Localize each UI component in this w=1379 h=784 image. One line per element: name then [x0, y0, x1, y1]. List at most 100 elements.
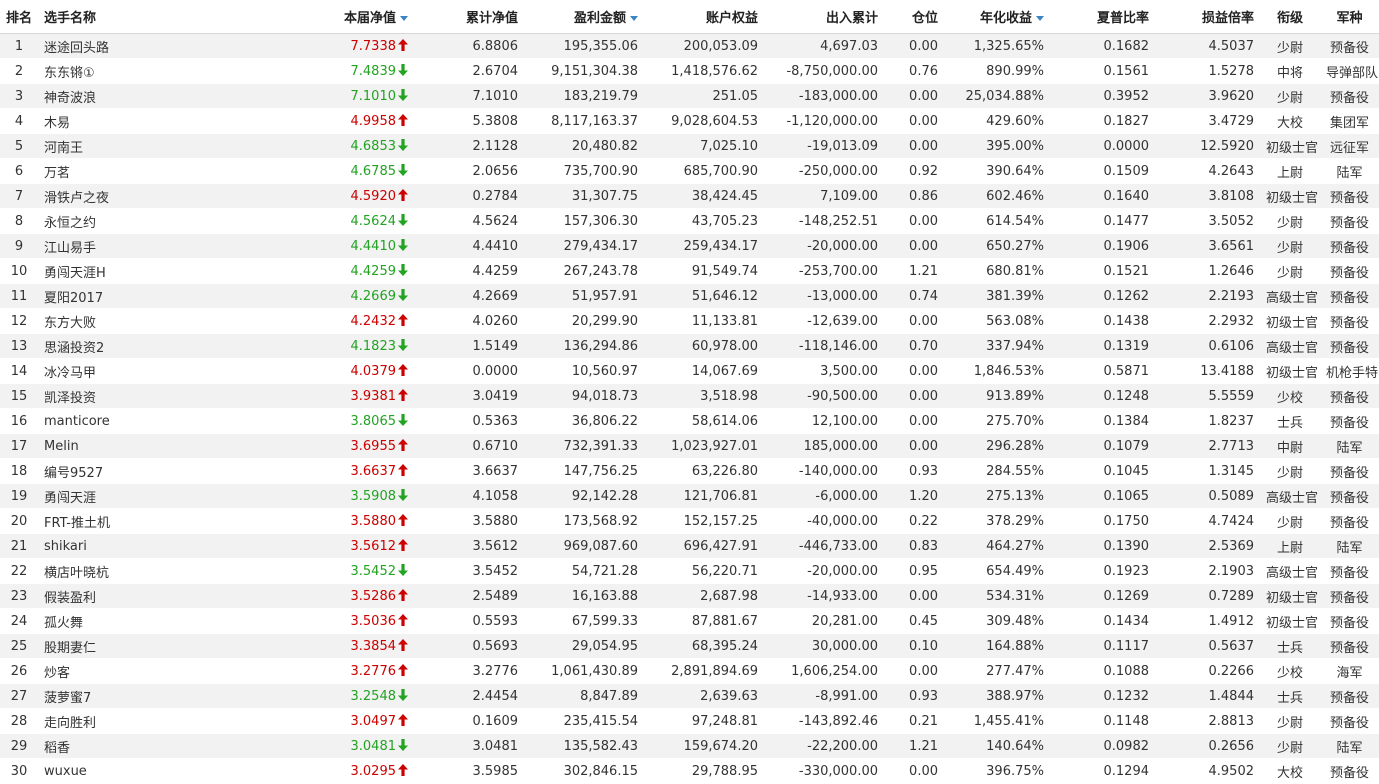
cell-player-name[interactable]: Melin	[38, 433, 170, 459]
cell-rank: 11	[0, 283, 38, 309]
table-row[interactable]: 20 FRT-推土机 3.5880 3.5880 173,568.92 152,157.2…	[0, 508, 1379, 534]
cell-profit: 8,117,163.37	[524, 108, 644, 134]
cell-rank-title: 初级士官	[1260, 133, 1320, 159]
cell-player-name[interactable]: 孤火舞	[38, 608, 170, 634]
table-row[interactable]: 28 走向胜利 3.0497 0.1609 235,415.54 97,248.81 -14…	[0, 708, 1379, 734]
table-row[interactable]: 5 河南王 4.6853 2.1128 20,480.82 7,025.10 -19,013…	[0, 133, 1379, 159]
cell-rank: 20	[0, 508, 38, 534]
table-row[interactable]: 27 菠萝蜜7 3.2548 2.4454 8,847.89 2,639.63 -8,991…	[0, 683, 1379, 709]
cell-player-name[interactable]: wuxue	[38, 758, 170, 784]
table-row[interactable]: 21 shikari 3.5612 3.5612 969,087.60 696,427.9…	[0, 533, 1379, 559]
cell-nav: 7.7338	[170, 33, 414, 59]
cell-position: 0.92	[884, 158, 944, 184]
arrow-up-icon	[398, 663, 408, 676]
cell-inout: -20,000.00	[764, 233, 884, 259]
cell-player-name[interactable]: 夏阳2017	[38, 283, 170, 309]
cell-player-name[interactable]: shikari	[38, 533, 170, 559]
table-row[interactable]: 18 编号9527 3.6637 3.6637 147,756.25 63,226.80-…	[0, 458, 1379, 484]
sort-down-icon[interactable]	[630, 16, 638, 21]
cell-pl-ratio: 3.8108	[1155, 183, 1260, 209]
arrow-up-icon	[398, 38, 408, 51]
cell-player-name[interactable]: 冰冷马甲	[38, 358, 170, 384]
cell-player-name[interactable]: 菠萝蜜7	[38, 683, 170, 709]
cell-player-name[interactable]: 江山易手	[38, 233, 170, 259]
cell-rank: 23	[0, 583, 38, 609]
cell-pl-ratio: 1.5278	[1155, 58, 1260, 84]
table-row[interactable]: 9 江山易手 4.4410 4.4410 279,434.17 259,434.17 -20…	[0, 233, 1379, 259]
cell-profit: 20,299.90	[524, 308, 644, 334]
table-row[interactable]: 22 横店叶晓杭 3.5452 3.5452 54,721.28 56,220.71 -20…	[0, 558, 1379, 584]
header-position: 仓位	[884, 0, 944, 34]
arrow-up-icon	[398, 188, 408, 201]
cell-player-name[interactable]: 横店叶晓杭	[38, 558, 170, 584]
cell-sharpe: 0.1384	[1050, 408, 1155, 434]
arrow-down-icon	[398, 563, 408, 576]
cell-cum-nav: 0.5693	[414, 633, 524, 659]
cell-branch: 预备役	[1320, 233, 1379, 259]
table-row[interactable]: 30 wuxue 3.0295 3.5985 302,846.15 29,788.95 -3…	[0, 758, 1379, 784]
cell-player-name[interactable]: 编号9527	[38, 458, 170, 484]
table-row[interactable]: 2 东东锵① 7.4839 2.6704 9,151,304.38 1,418,576.6…	[0, 58, 1379, 84]
cell-equity: 1,023,927.01	[644, 433, 764, 459]
table-row[interactable]: 16 manticore 3.8065 0.5363 36,806.22 58,614.0…	[0, 408, 1379, 434]
table-row[interactable]: 17 Melin 3.6955 0.6710 732,391.33 1,023,927.0…	[0, 433, 1379, 459]
sort-down-icon[interactable]	[400, 16, 408, 21]
table-row[interactable]: 1 迷途回头路 7.7338 6.8806 195,355.06 200,053.09 4,…	[0, 33, 1379, 59]
cell-player-name[interactable]: 凯泽投资	[38, 383, 170, 409]
cell-sharpe: 0.1906	[1050, 233, 1155, 259]
sort-down-icon[interactable]	[1036, 16, 1044, 21]
table-row[interactable]: 14 冰冷马甲 4.0379 0.0000 10,560.97 14,067.69 3,50…	[0, 358, 1379, 384]
table-row[interactable]: 6 万茗 4.6785 2.0656 735,700.90 685,700.90 -250,…	[0, 158, 1379, 184]
table-row[interactable]: 4 木易 4.9958 5.3808 8,117,163.37 9,028,604.53-…	[0, 108, 1379, 134]
table-row[interactable]: 29 稻香 3.0481 3.0481 135,582.43 159,674.20 -22,…	[0, 733, 1379, 759]
cell-player-name[interactable]: 稻香	[38, 733, 170, 759]
cell-player-name[interactable]: 神奇波浪	[38, 83, 170, 109]
cell-rank-title: 中尉	[1260, 433, 1320, 459]
cell-player-name[interactable]: 河南王	[38, 133, 170, 159]
cell-player-name[interactable]: 思涵投资2	[38, 333, 170, 359]
cell-player-name[interactable]: 股期妻仁	[38, 633, 170, 659]
header-profit[interactable]: 盈利金额	[524, 0, 644, 34]
cell-player-name[interactable]: 万茗	[38, 158, 170, 184]
nav-value: 4.1823	[350, 338, 397, 354]
cell-nav: 3.2776	[170, 658, 414, 684]
table-row[interactable]: 13 思涵投资2 4.1823 1.5149 136,294.86 60,978.00 -1…	[0, 333, 1379, 359]
arrow-down-icon	[398, 688, 408, 701]
cell-player-name[interactable]: 东东锵①	[38, 58, 170, 84]
cell-player-name[interactable]: 走向胜利	[38, 708, 170, 734]
cell-player-name[interactable]: 迷途回头路	[38, 33, 170, 59]
cell-player-name[interactable]: 勇闯天涯	[38, 483, 170, 509]
cell-player-name[interactable]: 炒客	[38, 658, 170, 684]
cell-player-name[interactable]: 滑铁卢之夜	[38, 183, 170, 209]
header-nav[interactable]: 本届净值	[170, 0, 414, 34]
cell-cum-nav: 2.1128	[414, 133, 524, 159]
cell-annual: 378.29%	[944, 508, 1050, 534]
cell-rank: 10	[0, 258, 38, 284]
cell-player-name[interactable]: manticore	[38, 408, 170, 434]
table-row[interactable]: 25 股期妻仁 3.3854 0.5693 29,054.95 68,395.24 30,0…	[0, 633, 1379, 659]
table-row[interactable]: 23 假装盈利 3.5286 2.5489 16,163.88 2,687.98 -14,9…	[0, 583, 1379, 609]
cell-equity: 696,427.91	[644, 533, 764, 559]
cell-position: 0.21	[884, 708, 944, 734]
cell-player-name[interactable]: 永恒之约	[38, 208, 170, 234]
cell-player-name[interactable]: 假装盈利	[38, 583, 170, 609]
cell-sharpe: 0.1640	[1050, 183, 1155, 209]
table-row[interactable]: 24 孤火舞 3.5036 0.5593 67,599.33 87,881.67 20,28…	[0, 608, 1379, 634]
cell-position: 0.00	[884, 358, 944, 384]
table-row[interactable]: 7 滑铁卢之夜 4.5920 0.2784 31,307.75 38,424.45 7,10…	[0, 183, 1379, 209]
table-row[interactable]: 19 勇闯天涯 3.5908 4.1058 92,142.28 121,706.81 -6,…	[0, 483, 1379, 509]
nav-value: 4.5920	[350, 188, 397, 204]
table-row[interactable]: 15 凯泽投资 3.9381 3.0419 94,018.73 3,518.98 -90,5…	[0, 383, 1379, 409]
table-row[interactable]: 26 炒客 3.2776 3.2776 1,061,430.89 2,891,894.69…	[0, 658, 1379, 684]
cell-player-name[interactable]: 木易	[38, 108, 170, 134]
cell-player-name[interactable]: 勇闯天涯H	[38, 258, 170, 284]
table-row[interactable]: 8 永恒之约 4.5624 4.5624 157,306.30 43,705.23 -148…	[0, 208, 1379, 234]
table-row[interactable]: 10 勇闯天涯H 4.4259 4.4259 267,243.78 91,549.74 -2…	[0, 258, 1379, 284]
header-annual[interactable]: 年化收益	[944, 0, 1050, 34]
cell-player-name[interactable]: 东方大败	[38, 308, 170, 334]
table-row[interactable]: 12 东方大败 4.2432 4.0260 20,299.90 11,133.81 -12,…	[0, 308, 1379, 334]
cell-annual: 650.27%	[944, 233, 1050, 259]
cell-player-name[interactable]: FRT-推土机	[38, 508, 170, 534]
table-row[interactable]: 3 神奇波浪 7.1010 7.1010 183,219.79 251.05 -183,00…	[0, 83, 1379, 109]
table-row[interactable]: 11 夏阳2017 4.2669 4.2669 51,957.91 51,646.12 -1…	[0, 283, 1379, 309]
